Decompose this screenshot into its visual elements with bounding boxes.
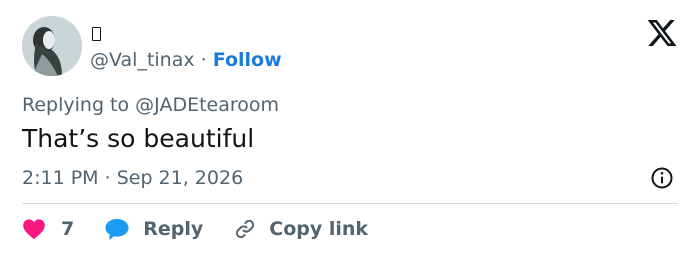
- reply-button[interactable]: Reply: [104, 217, 203, 241]
- replying-to-prefix: Replying to: [22, 94, 130, 116]
- tweet-time: 2:11 PM: [22, 167, 99, 189]
- action-bar: 7 Reply Copy link: [22, 216, 368, 242]
- like-count: 7: [61, 218, 75, 240]
- author-handle[interactable]: @Val_tinax: [90, 49, 195, 71]
- avatar[interactable]: [22, 16, 82, 76]
- tweet-text: That’s so beautiful: [22, 124, 255, 153]
- handle-separator: ·: [200, 49, 207, 71]
- copy-link-label: Copy link: [269, 218, 369, 240]
- x-logo-icon[interactable]: [646, 17, 678, 49]
- info-icon[interactable]: [650, 166, 674, 190]
- speech-bubble-icon: [104, 217, 130, 241]
- timestamp-separator: ·: [104, 167, 111, 189]
- follow-button[interactable]: Follow: [213, 49, 282, 71]
- author-handle-row: @Val_tinax · Follow: [90, 48, 282, 72]
- like-button[interactable]: 7: [22, 218, 74, 240]
- reply-label: Reply: [143, 218, 204, 240]
- tweet-timestamp[interactable]: 2:11 PM · Sep 21, 2026: [22, 166, 243, 190]
- replying-to-handle[interactable]: @JADEtearoom: [135, 94, 279, 116]
- divider: [22, 203, 678, 204]
- author-display-name[interactable]: [90, 23, 101, 45]
- replying-to-line: Replying to @JADEtearoom: [22, 93, 279, 117]
- display-name-glyph: [92, 27, 101, 41]
- tweet-date: Sep 21, 2026: [116, 167, 244, 189]
- copy-link-button[interactable]: Copy link: [233, 217, 368, 241]
- link-icon: [233, 217, 257, 241]
- heart-icon: [22, 218, 46, 240]
- tweet-embed-card: @Val_tinax · Follow Replying to @JADEtea…: [0, 0, 700, 256]
